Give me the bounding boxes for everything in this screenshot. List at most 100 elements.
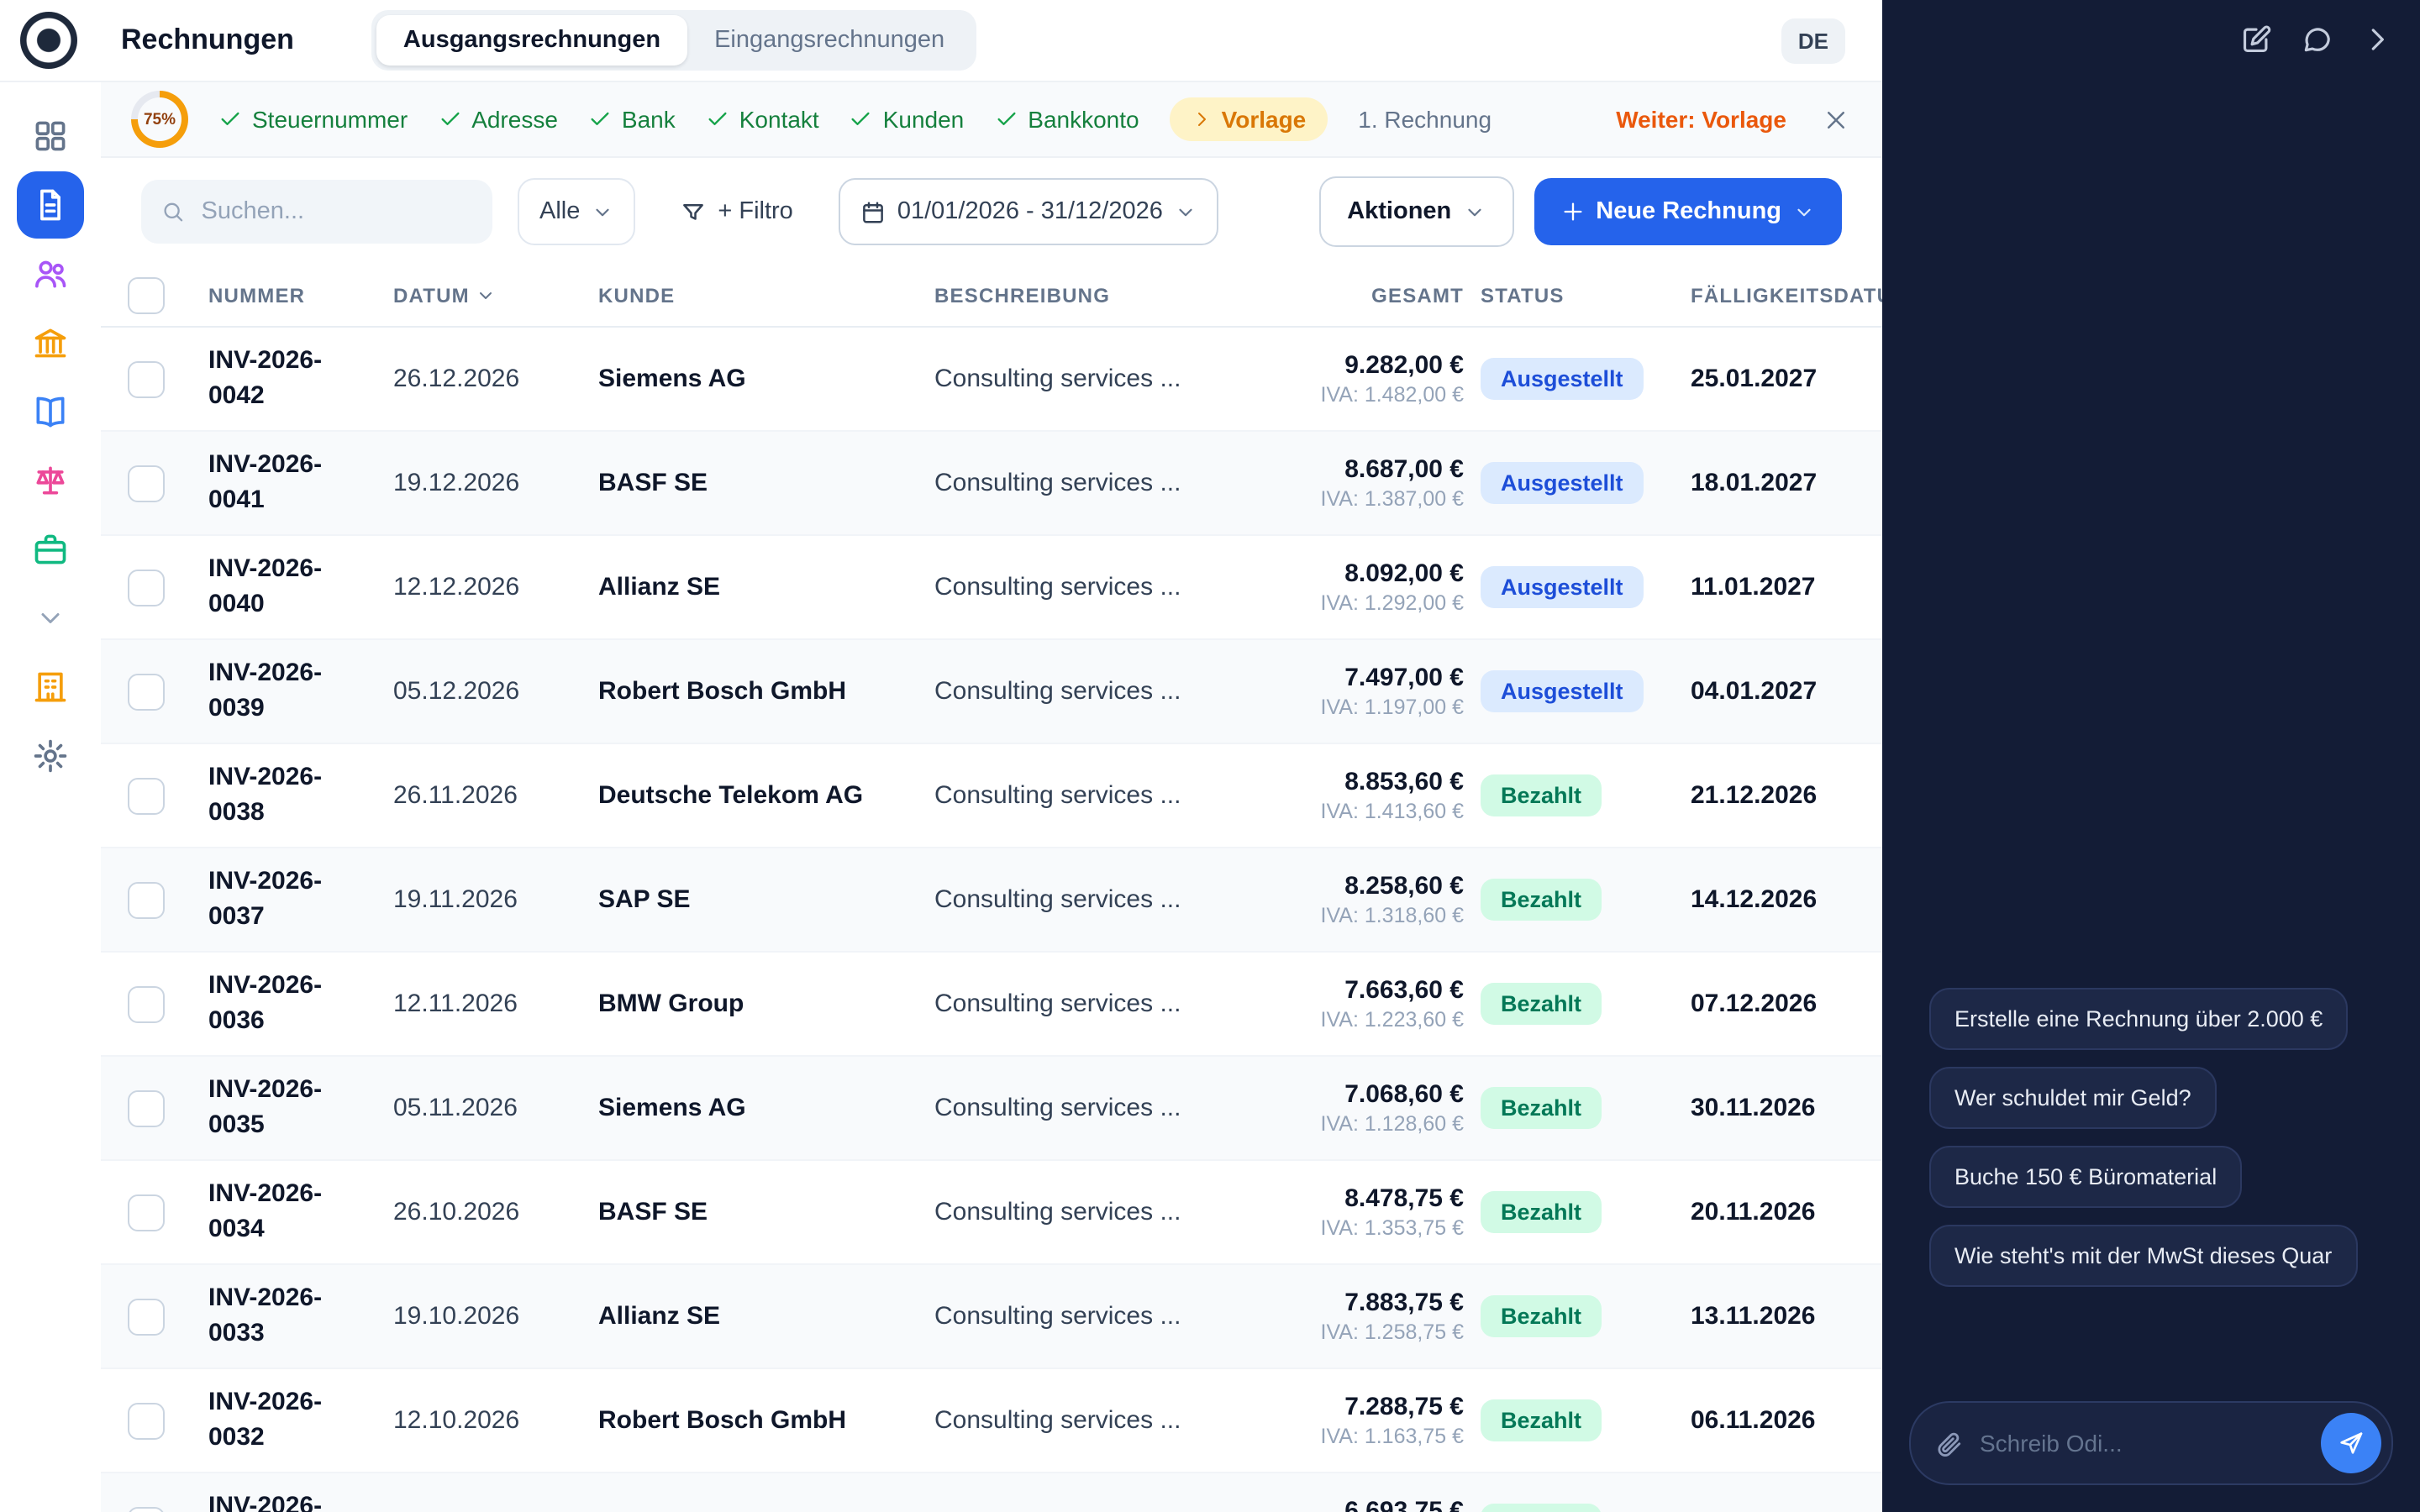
table-row[interactable]: INV-2026-0033 19.10.2026 Allianz SE Cons… — [101, 1265, 1882, 1369]
row-checkbox[interactable] — [128, 985, 165, 1022]
row-checkbox[interactable] — [128, 1298, 165, 1335]
sidebar-item-bank[interactable] — [17, 309, 84, 376]
suggestion-chip[interactable]: Erstelle eine Rechnung über 2.000 € — [1929, 988, 2349, 1050]
invoice-total: 6.693,75 € — [1344, 1497, 1464, 1512]
row-checkbox[interactable] — [128, 673, 165, 710]
invoice-vat: IVA: 1.413,60 € — [1320, 800, 1465, 823]
tab-outgoing-invoices[interactable]: Ausgangsrechnungen — [376, 15, 688, 66]
row-checkbox[interactable] — [128, 569, 165, 606]
suggestion-chip[interactable]: Buche 150 € Büromaterial — [1929, 1146, 2243, 1208]
invoice-date: 05.11.2026 — [393, 1094, 518, 1122]
assistant-message-input[interactable] — [1976, 1428, 2307, 1458]
attach-file-button[interactable] — [1934, 1429, 1963, 1457]
sidebar-item-contacts[interactable] — [17, 240, 84, 307]
table-row[interactable]: INV-2026-0035 05.11.2026 Siemens AG Cons… — [101, 1057, 1882, 1161]
table-row[interactable]: INV-2026-0037 19.11.2026 SAP SE Consulti… — [101, 848, 1882, 953]
row-checkbox[interactable] — [128, 1089, 165, 1126]
send-message-button[interactable] — [2321, 1413, 2381, 1473]
table-row[interactable]: INV-2026-0034 26.10.2026 BASF SE Consult… — [101, 1161, 1882, 1265]
suggestion-chip[interactable]: Wie steht's mit der MwSt dieses Quar — [1929, 1225, 2358, 1287]
invoice-customer: SAP SE — [598, 885, 691, 914]
table-row[interactable]: INV-2026-0042 26.12.2026 Siemens AG Cons… — [101, 328, 1882, 432]
sidebar — [0, 82, 101, 1512]
ledger-book-icon — [36, 396, 65, 428]
status-badge: Bezahlt — [1481, 774, 1602, 816]
status-badge: Ausgestellt — [1481, 358, 1644, 400]
chat-history-button[interactable] — [2301, 24, 2333, 55]
sidebar-item-more[interactable] — [17, 585, 84, 652]
invoice-total: 7.288,75 € — [1344, 1393, 1464, 1421]
chevron-down-icon — [1797, 207, 1811, 216]
language-badge[interactable]: DE — [1781, 18, 1845, 63]
invoice-customer: Robert Bosch GmbH — [598, 677, 847, 706]
invoice-customer: Siemens AG — [598, 1094, 746, 1122]
invoice-due-date: 07.12.2026 — [1691, 990, 1818, 1018]
collapse-panel-button[interactable] — [2361, 24, 2393, 55]
step-vorlage-current[interactable]: Vorlage — [1169, 97, 1328, 141]
new-invoice-label: Neue Rechnung — [1596, 198, 1781, 225]
table-row[interactable]: INV-2026-0038 26.11.2026 Deutsche Teleko… — [101, 744, 1882, 848]
invoice-total: 9.282,00 € — [1344, 351, 1464, 380]
new-invoice-button[interactable]: Neue Rechnung — [1534, 178, 1842, 245]
invoice-total: 7.663,60 € — [1344, 976, 1464, 1005]
invoice-date: 19.10.2026 — [393, 1302, 520, 1331]
table-row[interactable]: INV-2026-0031 05.10.2026 Deutsche Teleko… — [101, 1473, 1882, 1512]
onboarding-progress-value: 75% — [138, 97, 182, 141]
suggestion-chip[interactable]: Wer schuldet mir Geld? — [1929, 1067, 2217, 1129]
invoice-description: Consulting services ... — [934, 1302, 1181, 1331]
search-box[interactable] — [141, 180, 492, 244]
sidebar-item-invoices[interactable] — [17, 171, 84, 239]
onboarding-strip: 75% Steuernummer Adresse Bank Kontakt Ku… — [101, 82, 1882, 158]
actions-dropdown-button[interactable]: Aktionen — [1318, 176, 1514, 247]
table-row[interactable]: INV-2026-0041 19.12.2026 BASF SE Consult… — [101, 432, 1882, 536]
table-row[interactable]: INV-2026-0032 12.10.2026 Robert Bosch Gm… — [101, 1369, 1882, 1473]
header-datum[interactable]: DATUM — [393, 284, 598, 307]
sidebar-item-company[interactable] — [17, 654, 84, 721]
sidebar-item-dashboard[interactable] — [17, 102, 84, 170]
row-checkbox[interactable] — [128, 1402, 165, 1439]
next-step-link[interactable]: Weiter: Vorlage — [1616, 106, 1786, 133]
row-checkbox[interactable] — [128, 465, 165, 501]
row-checkbox[interactable] — [128, 1194, 165, 1231]
invoice-vat: IVA: 1.318,60 € — [1320, 904, 1465, 927]
invoice-total: 7.883,75 € — [1344, 1289, 1464, 1317]
table-row[interactable]: INV-2026-0040 12.12.2026 Allianz SE Cons… — [101, 536, 1882, 640]
row-checkbox[interactable] — [128, 777, 165, 814]
plus-icon — [1563, 202, 1581, 221]
close-onboarding-button[interactable] — [1823, 107, 1849, 132]
invoice-customer: BMW Group — [598, 990, 744, 1018]
add-filter-button[interactable]: + Filtro — [660, 180, 813, 244]
invoice-vat: IVA: 1.387,00 € — [1320, 487, 1465, 511]
close-icon — [1828, 111, 1844, 128]
invoice-due-date: 18.01.2027 — [1691, 469, 1818, 497]
step-label: Kontakt — [739, 106, 819, 133]
page-title: Rechnungen — [121, 24, 294, 55]
step-adresse: Adresse — [438, 106, 558, 133]
header-datum-label: DATUM — [393, 284, 470, 307]
sidebar-item-settings[interactable] — [17, 722, 84, 790]
sidebar-item-taxes[interactable] — [17, 447, 84, 514]
new-conversation-button[interactable] — [2240, 24, 2272, 55]
table-row[interactable]: INV-2026-0039 05.12.2026 Robert Bosch Gm… — [101, 640, 1882, 744]
sidebar-item-projects[interactable] — [17, 516, 84, 583]
filter-all-dropdown[interactable]: Alle — [518, 178, 636, 245]
date-range-picker[interactable]: 01/01/2026 - 31/12/2026 — [838, 178, 1218, 245]
invoice-number: INV-2026-0040 — [208, 554, 323, 618]
invoice-vat: IVA: 1.292,00 € — [1320, 591, 1465, 615]
table-header: NUMMER DATUM KUNDE BESCHREIBUNG GESAMT S… — [101, 265, 1882, 328]
chat-bubble-icon — [2304, 28, 2330, 52]
row-checkbox[interactable] — [128, 1506, 165, 1512]
invoice-number: INV-2026-0039 — [208, 659, 323, 722]
invoice-type-tabs: Ausgangsrechnungen Eingangsrechnungen — [371, 10, 977, 71]
tab-incoming-invoices[interactable]: Eingangsrechnungen — [687, 15, 971, 66]
table-row[interactable]: INV-2026-0036 12.11.2026 BMW Group Consu… — [101, 953, 1882, 1057]
invoice-number: INV-2026-0033 — [208, 1284, 323, 1347]
invoice-due-date: 06.11.2026 — [1691, 1406, 1816, 1435]
sidebar-item-ledger[interactable] — [17, 378, 84, 445]
row-checkbox[interactable] — [128, 360, 165, 397]
step-label: Bank — [621, 106, 676, 133]
status-badge: Bezahlt — [1481, 879, 1602, 921]
row-checkbox[interactable] — [128, 881, 165, 918]
search-input[interactable] — [197, 197, 472, 227]
select-all-checkbox[interactable] — [128, 277, 165, 314]
